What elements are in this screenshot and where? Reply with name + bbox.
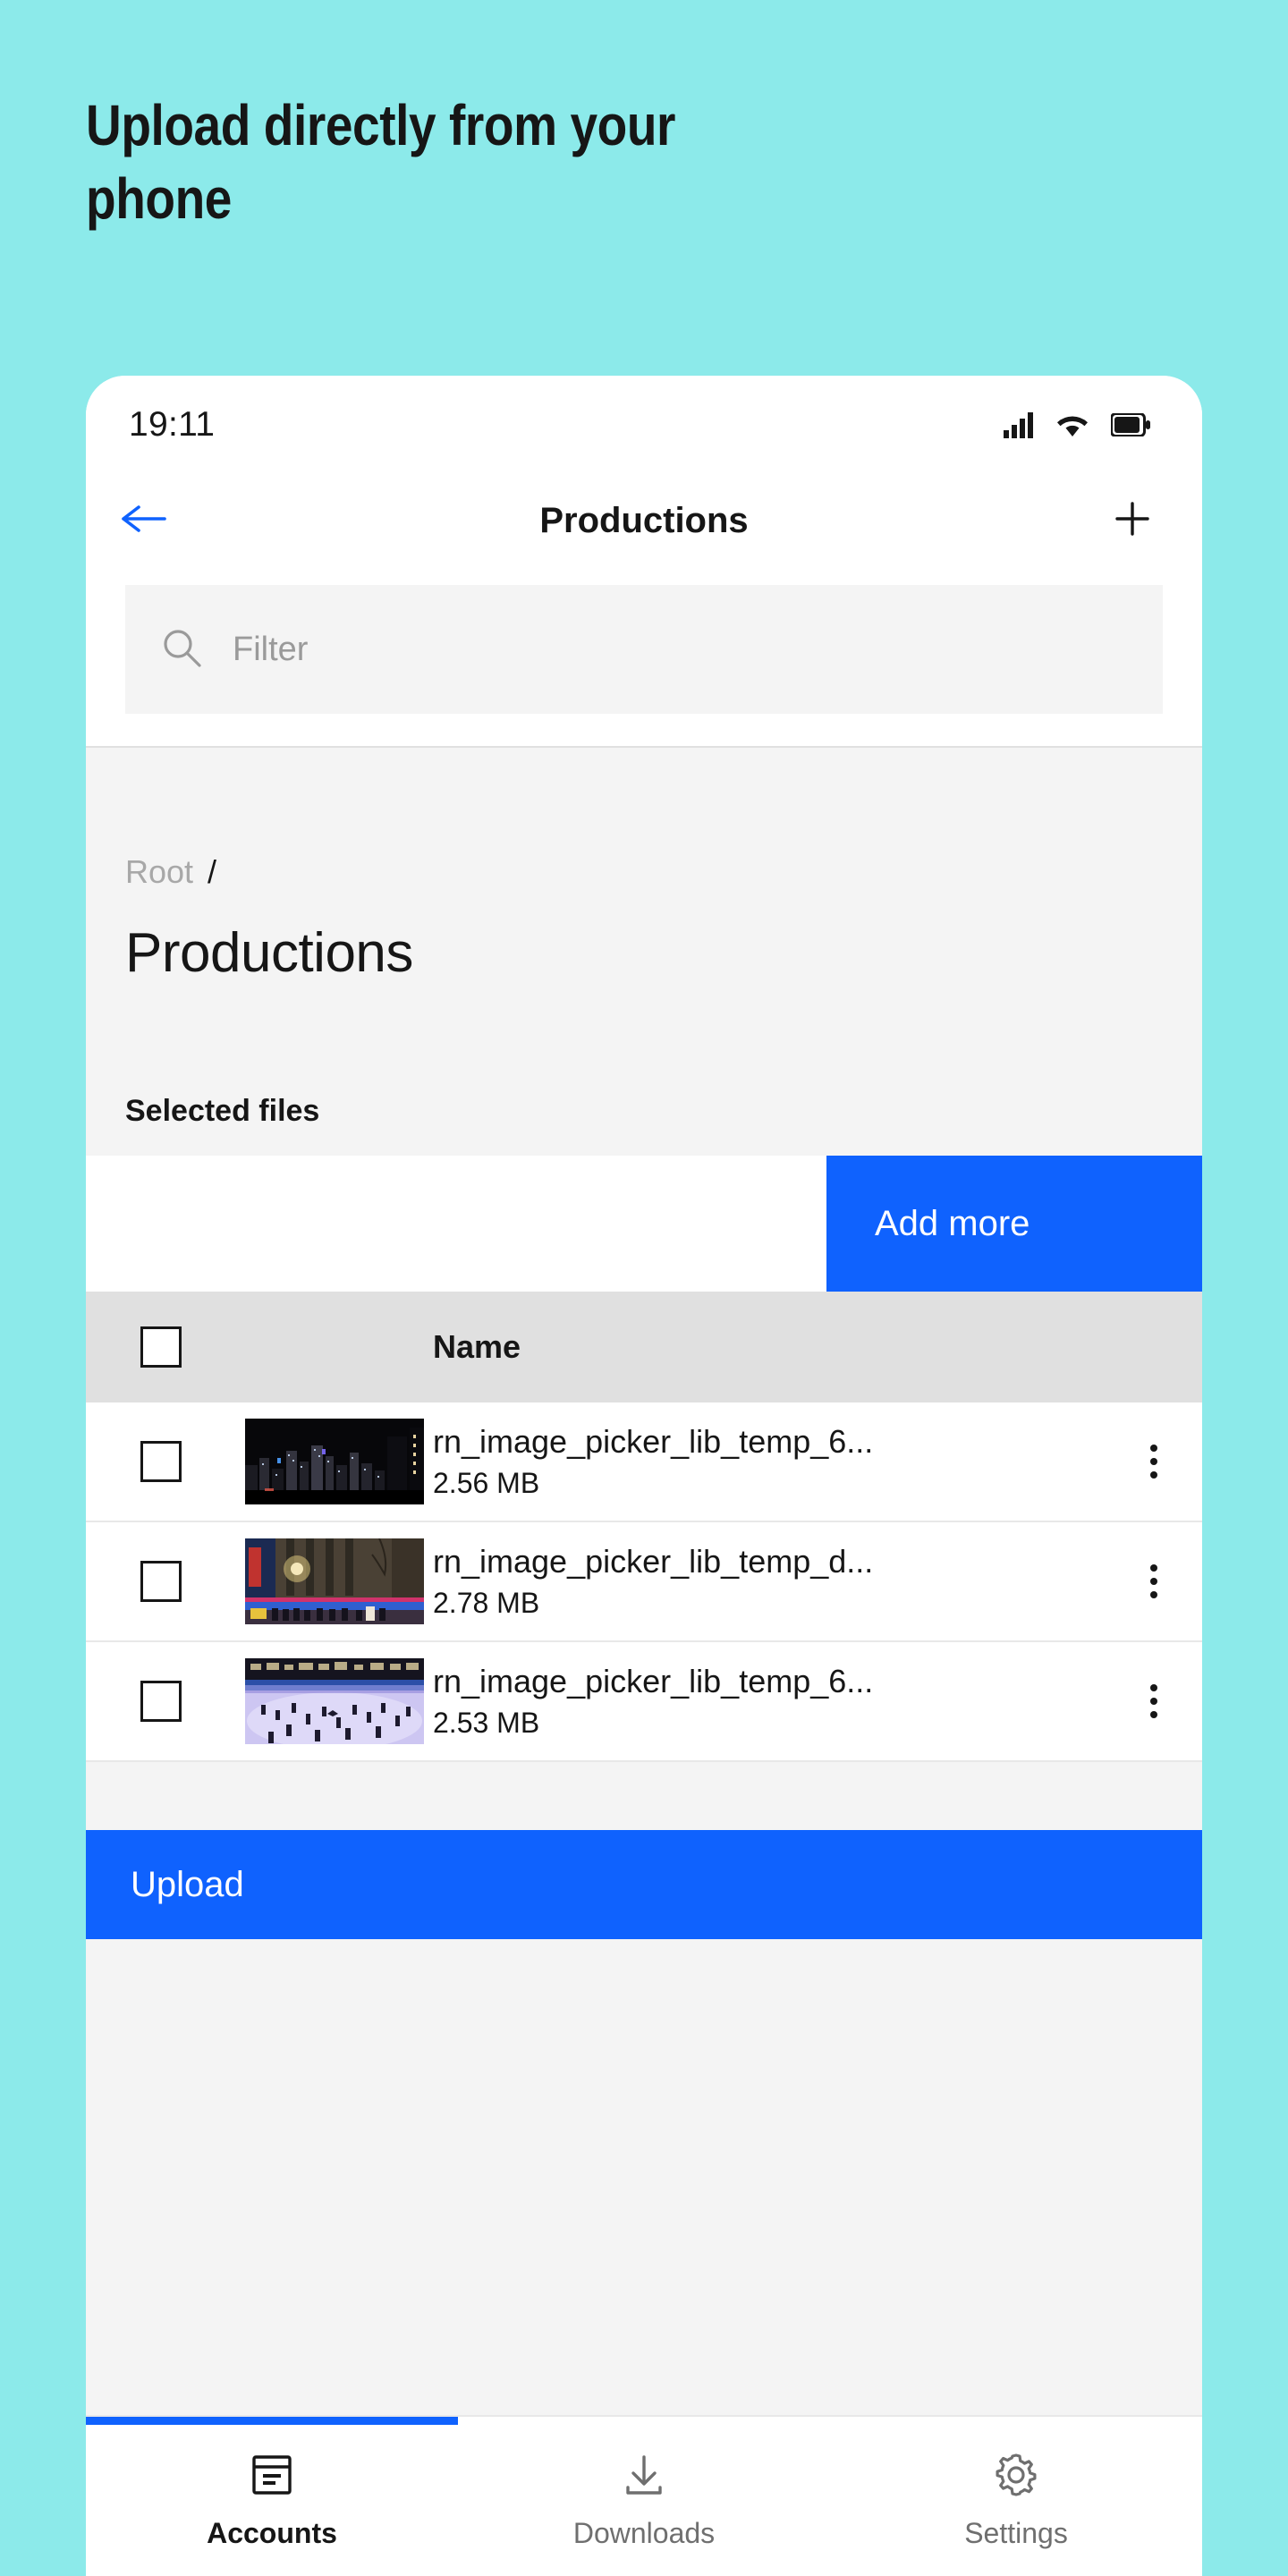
- tab-accounts-label: Accounts: [207, 2517, 337, 2549]
- row-overflow-menu-button[interactable]: [1106, 1684, 1202, 1718]
- row-checkbox[interactable]: [140, 1561, 182, 1602]
- night-city-skyline-thumbnail: [245, 1419, 424, 1504]
- select-all-checkbox[interactable]: [140, 1326, 182, 1368]
- accounts-icon: [247, 2447, 297, 2503]
- tab-accounts[interactable]: Accounts: [86, 2417, 458, 2576]
- breadcrumb-item-root[interactable]: Root: [125, 853, 193, 891]
- row-name-cell: rn_image_picker_lib_temp_6... 2.53 MB: [433, 1663, 1106, 1740]
- row-overflow-menu-button[interactable]: [1106, 1445, 1202, 1479]
- status-bar: 19:11: [86, 376, 1202, 474]
- row-select-cell: [86, 1681, 236, 1722]
- content-area: Root / Productions Selected files Add mo…: [86, 746, 1202, 2415]
- overflow-menu-icon: [1150, 1445, 1157, 1479]
- cellular-signal-icon: [1004, 411, 1034, 438]
- bottom-tab-bar: Accounts Downloads Settings: [86, 2415, 1202, 2576]
- name-column-header: Name: [433, 1328, 1106, 1366]
- tab-settings-label: Settings: [964, 2517, 1068, 2549]
- row-thumbnail-cell: [236, 1538, 433, 1624]
- arrow-left-icon: [122, 501, 168, 541]
- promo-heading: Upload directly from your phone: [86, 89, 778, 236]
- phone-mockup: 19:11 Productions Filter Root / Producti…: [86, 376, 1202, 2576]
- file-size: 2.56 MB: [433, 1467, 540, 1500]
- row-name-cell: rn_image_picker_lib_temp_d... 2.78 MB: [433, 1543, 1106, 1620]
- wifi-icon: [1055, 411, 1089, 438]
- file-size: 2.78 MB: [433, 1587, 540, 1620]
- download-icon: [619, 2447, 669, 2503]
- table-bottom-spacer: [86, 1762, 1202, 1830]
- app-bar: Productions: [86, 474, 1202, 567]
- row-overflow-menu-button[interactable]: [1106, 1564, 1202, 1598]
- table-header: Name: [86, 1292, 1202, 1402]
- tab-downloads-label: Downloads: [572, 2517, 716, 2549]
- row-select-cell: [86, 1561, 236, 1602]
- row-name-cell: rn_image_picker_lib_temp_6... 2.56 MB: [433, 1423, 1106, 1500]
- search-input[interactable]: Filter: [125, 585, 1163, 714]
- breadcrumb: Root /: [86, 748, 1202, 891]
- add-more-bar: Add more: [86, 1156, 1202, 1292]
- radio-city-street-thumbnail: [245, 1538, 424, 1624]
- table-row[interactable]: rn_image_picker_lib_temp_6... 2.53 MB: [86, 1642, 1202, 1762]
- search-placeholder: Filter: [233, 630, 309, 668]
- plus-icon: [1113, 499, 1152, 543]
- back-button[interactable]: [122, 488, 186, 553]
- overflow-menu-icon: [1150, 1684, 1157, 1718]
- page-title: Productions: [539, 500, 749, 540]
- overflow-menu-icon: [1150, 1564, 1157, 1598]
- file-name: rn_image_picker_lib_temp_d...: [433, 1542, 874, 1580]
- gear-icon: [991, 2447, 1041, 2503]
- table-row[interactable]: rn_image_picker_lib_temp_d... 2.78 MB: [86, 1522, 1202, 1642]
- file-size: 2.53 MB: [433, 1707, 540, 1740]
- tab-settings[interactable]: Settings: [830, 2417, 1202, 2576]
- row-thumbnail-cell: [236, 1658, 433, 1744]
- search-icon: [161, 627, 202, 673]
- promo-heading-line-1: Upload directly from your: [86, 93, 676, 157]
- file-name: rn_image_picker_lib_temp_6...: [433, 1662, 874, 1699]
- add-button[interactable]: [1104, 492, 1161, 549]
- ice-skating-rink-thumbnail: [245, 1658, 424, 1744]
- row-checkbox[interactable]: [140, 1441, 182, 1482]
- breadcrumb-separator: /: [208, 853, 217, 890]
- tab-downloads[interactable]: Downloads: [458, 2417, 830, 2576]
- row-thumbnail-cell: [236, 1419, 433, 1504]
- selected-files-label: Selected files: [125, 1094, 320, 1128]
- row-checkbox[interactable]: [140, 1681, 182, 1722]
- file-name: rn_image_picker_lib_temp_6...: [433, 1422, 874, 1460]
- filter-section: Filter: [86, 567, 1202, 746]
- status-bar-icons: [1004, 411, 1150, 438]
- content-filler: [86, 1939, 1202, 2415]
- folder-title: Productions: [125, 922, 413, 984]
- name-column-label: Name: [433, 1328, 521, 1365]
- promo-heading-line-2: phone: [86, 165, 232, 231]
- battery-icon: [1111, 413, 1150, 436]
- add-more-button[interactable]: Add more: [826, 1156, 1202, 1292]
- select-all-cell: [86, 1326, 236, 1368]
- table-row[interactable]: rn_image_picker_lib_temp_6... 2.56 MB: [86, 1402, 1202, 1522]
- upload-button[interactable]: Upload: [86, 1830, 1202, 1939]
- status-bar-time: 19:11: [129, 405, 216, 444]
- row-select-cell: [86, 1441, 236, 1482]
